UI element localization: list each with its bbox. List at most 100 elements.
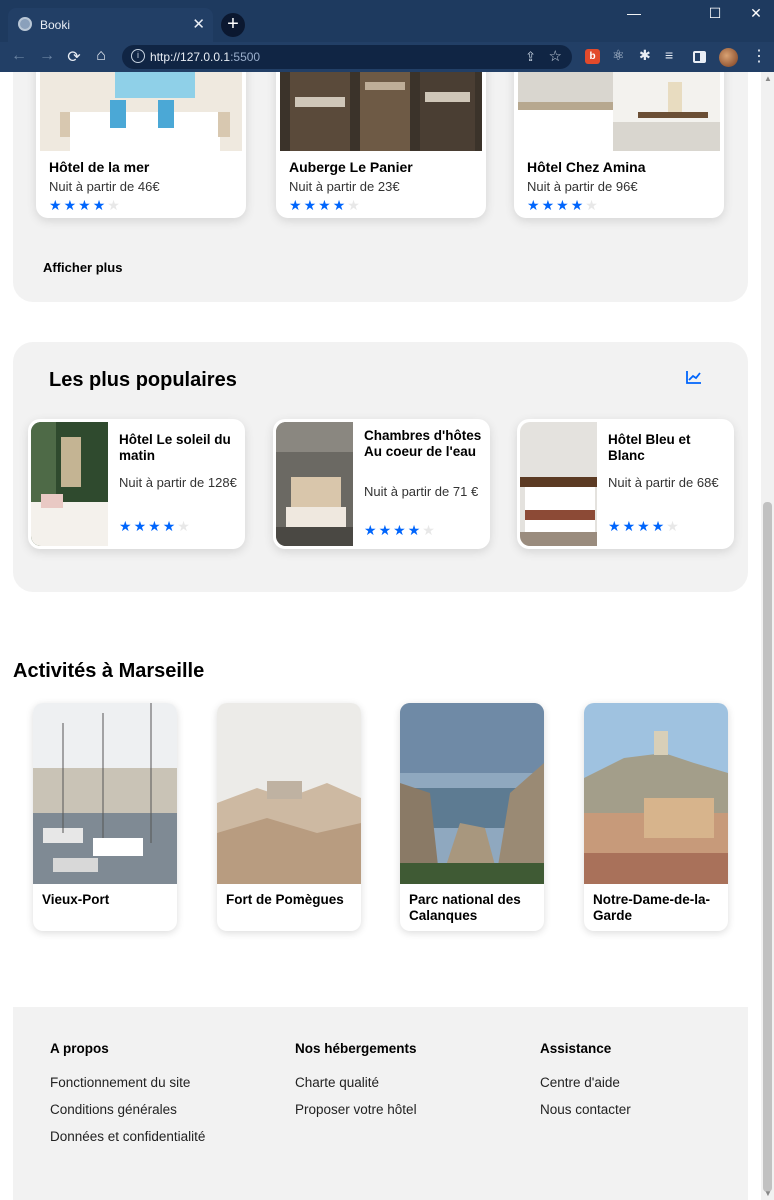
star-empty-icon: ★ xyxy=(585,197,598,213)
menu-kebab-icon[interactable]: ⋮ xyxy=(751,46,767,66)
footer-link[interactable]: Nous contacter xyxy=(540,1102,631,1117)
share-icon[interactable]: ⇪ xyxy=(525,49,536,65)
activity-card[interactable]: Notre-Dame-de-la-Garde xyxy=(584,703,728,931)
activity-card[interactable]: Vieux-Port xyxy=(33,703,177,931)
hotel-name: Chambres d'hôtes Au coeur de l'eau xyxy=(364,428,482,459)
hotel-photo-green xyxy=(31,422,108,546)
star-rating: ★ ★ ★ ★ ★ xyxy=(49,197,120,214)
hotel-name: Hôtel Chez Amina xyxy=(527,159,646,175)
show-more-link[interactable]: Afficher plus xyxy=(43,260,122,275)
scroll-up-arrow-icon[interactable]: ▲ xyxy=(764,74,772,83)
activity-card[interactable]: Parc national des Calanques xyxy=(400,703,544,931)
star-filled-icon: ★ xyxy=(527,197,540,213)
hotel-name: Hôtel de la mer xyxy=(49,159,150,175)
footer-link[interactable]: Proposer votre hôtel xyxy=(295,1102,417,1117)
star-filled-icon: ★ xyxy=(92,197,106,213)
hotel-card[interactable]: Auberge Le Panier Nuit à partir de 23€ ★… xyxy=(276,72,486,218)
star-rating: ★ ★ ★ ★ ★ xyxy=(527,197,598,214)
bookmark-star-icon[interactable]: ☆ xyxy=(549,47,562,65)
star-empty-icon: ★ xyxy=(177,518,190,534)
profile-avatar[interactable] xyxy=(719,48,738,67)
activity-card[interactable]: Fort de Pomègues xyxy=(217,703,361,931)
extension-badge-icon[interactable]: b xyxy=(585,49,600,64)
star-filled-icon: ★ xyxy=(49,197,62,213)
info-icon[interactable]: i xyxy=(131,49,145,63)
tab-close-icon[interactable]: ✕ xyxy=(192,15,205,33)
globe-icon xyxy=(18,17,32,31)
page-scrollbar[interactable]: ▲ ▼ xyxy=(761,72,774,1200)
footer-link[interactable]: Données et confidentialité xyxy=(50,1129,205,1144)
star-rating: ★ ★ ★ ★ ★ xyxy=(364,522,435,539)
star-empty-icon: ★ xyxy=(666,518,679,534)
maximize-button[interactable]: ☐ xyxy=(695,5,735,22)
hotel-name: Auberge Le Panier xyxy=(289,159,413,175)
hotel-price: Nuit à partir de 46€ xyxy=(49,179,160,194)
star-filled-icon: ★ xyxy=(637,518,650,534)
footer-link[interactable]: Centre d'aide xyxy=(540,1075,631,1090)
activity-name: Notre-Dame-de-la-Garde xyxy=(593,892,711,923)
hotel-name: Hôtel Le soleil du matin xyxy=(119,432,231,463)
star-filled-icon: ★ xyxy=(318,197,331,213)
star-filled-icon: ★ xyxy=(332,197,346,213)
hotel-price: Nuit à partir de 68€ xyxy=(608,475,719,490)
star-filled-icon: ★ xyxy=(162,518,176,534)
footer-link[interactable]: Charte qualité xyxy=(295,1075,417,1090)
browser-toolbar: ← → ⟳ ⌂ i http://127.0.0.1:5500 ⇪ ☆ b ⚛ … xyxy=(0,42,774,72)
star-empty-icon: ★ xyxy=(107,197,120,213)
minimize-button[interactable]: — xyxy=(614,5,654,21)
hotel-photo-guesthouse xyxy=(276,422,353,546)
media-list-icon[interactable]: ≡ xyxy=(665,47,680,63)
browser-tab[interactable]: Booki ✕ xyxy=(8,8,213,42)
activity-photo-port xyxy=(33,703,177,884)
browser-titlebar: Booki ✕ + — ☐ ✕ xyxy=(0,0,774,42)
activity-photo-basilica xyxy=(584,703,728,884)
footer-link[interactable]: Conditions générales xyxy=(50,1102,205,1117)
page-viewport: Hôtel de la mer Nuit à partir de 46€ ★ ★ ★… xyxy=(0,72,774,1200)
scroll-down-arrow-icon[interactable]: ▼ xyxy=(764,1189,772,1198)
chart-line-icon xyxy=(686,371,701,384)
new-tab-button[interactable]: + xyxy=(221,13,245,37)
hotel-card[interactable]: Hôtel de la mer Nuit à partir de 46€ ★ ★ ★… xyxy=(36,72,246,218)
side-panel-icon[interactable] xyxy=(693,51,706,63)
star-filled-icon: ★ xyxy=(119,518,132,534)
hotel-name: Hôtel Bleu et Blanc xyxy=(608,432,691,463)
close-window-button[interactable]: ✕ xyxy=(736,5,774,22)
footer-heading: A propos xyxy=(50,1041,109,1056)
reload-icon[interactable]: ⟳ xyxy=(64,47,84,67)
popular-card[interactable]: Hôtel Le soleil du matin Nuit à partir d… xyxy=(28,419,245,549)
star-filled-icon: ★ xyxy=(378,522,392,538)
forward-arrow-icon[interactable]: → xyxy=(37,47,57,65)
tab-title: Booki xyxy=(40,18,71,32)
address-bar[interactable]: i http://127.0.0.1:5500 ⇪ ☆ xyxy=(122,45,572,69)
popular-card[interactable]: Hôtel Bleu et Blanc Nuit à partir de 68€… xyxy=(517,419,734,549)
hotel-photo-sea xyxy=(40,72,242,151)
activities-heading: Activités à Marseille xyxy=(13,660,205,682)
footer-column-support: Assistance Centre d'aide Nous contacter xyxy=(540,1041,631,1129)
footer-heading: Nos hébergements xyxy=(295,1041,417,1056)
url-host: http://127.0.0.1 xyxy=(150,50,231,64)
hotel-card[interactable]: Hôtel Chez Amina Nuit à partir de 96€ ★ ★… xyxy=(514,72,724,218)
react-devtools-icon[interactable]: ⚛ xyxy=(612,47,627,63)
footer-column-accommodations: Nos hébergements Charte qualité Proposer… xyxy=(295,1041,417,1129)
hotel-price: Nuit à partir de 71 € xyxy=(364,484,479,499)
footer-link[interactable]: Fonctionnement du site xyxy=(50,1075,205,1090)
star-filled-icon: ★ xyxy=(289,197,302,213)
extensions-puzzle-icon[interactable]: ✱ xyxy=(639,47,654,63)
star-filled-icon: ★ xyxy=(303,197,317,213)
star-rating: ★ ★ ★ ★ ★ xyxy=(608,518,679,535)
star-filled-icon: ★ xyxy=(364,522,377,538)
scrollbar-thumb[interactable] xyxy=(763,502,772,1192)
star-empty-icon: ★ xyxy=(422,522,435,538)
hotel-photo-dorm xyxy=(280,72,482,151)
popular-card[interactable]: Chambres d'hôtes Au coeur de l'eau Nuit … xyxy=(273,419,490,549)
star-filled-icon: ★ xyxy=(608,518,621,534)
star-filled-icon: ★ xyxy=(63,197,77,213)
url-text: http://127.0.0.1:5500 xyxy=(150,50,260,64)
star-filled-icon: ★ xyxy=(133,518,147,534)
home-icon[interactable]: ⌂ xyxy=(91,47,111,65)
hotel-photo-blue-white xyxy=(520,422,597,546)
popular-panel: Les plus populaires Hôtel Le soleil du m… xyxy=(13,342,748,592)
url-port: :5500 xyxy=(230,50,261,64)
back-arrow-icon[interactable]: ← xyxy=(9,47,29,65)
star-filled-icon: ★ xyxy=(556,197,569,213)
